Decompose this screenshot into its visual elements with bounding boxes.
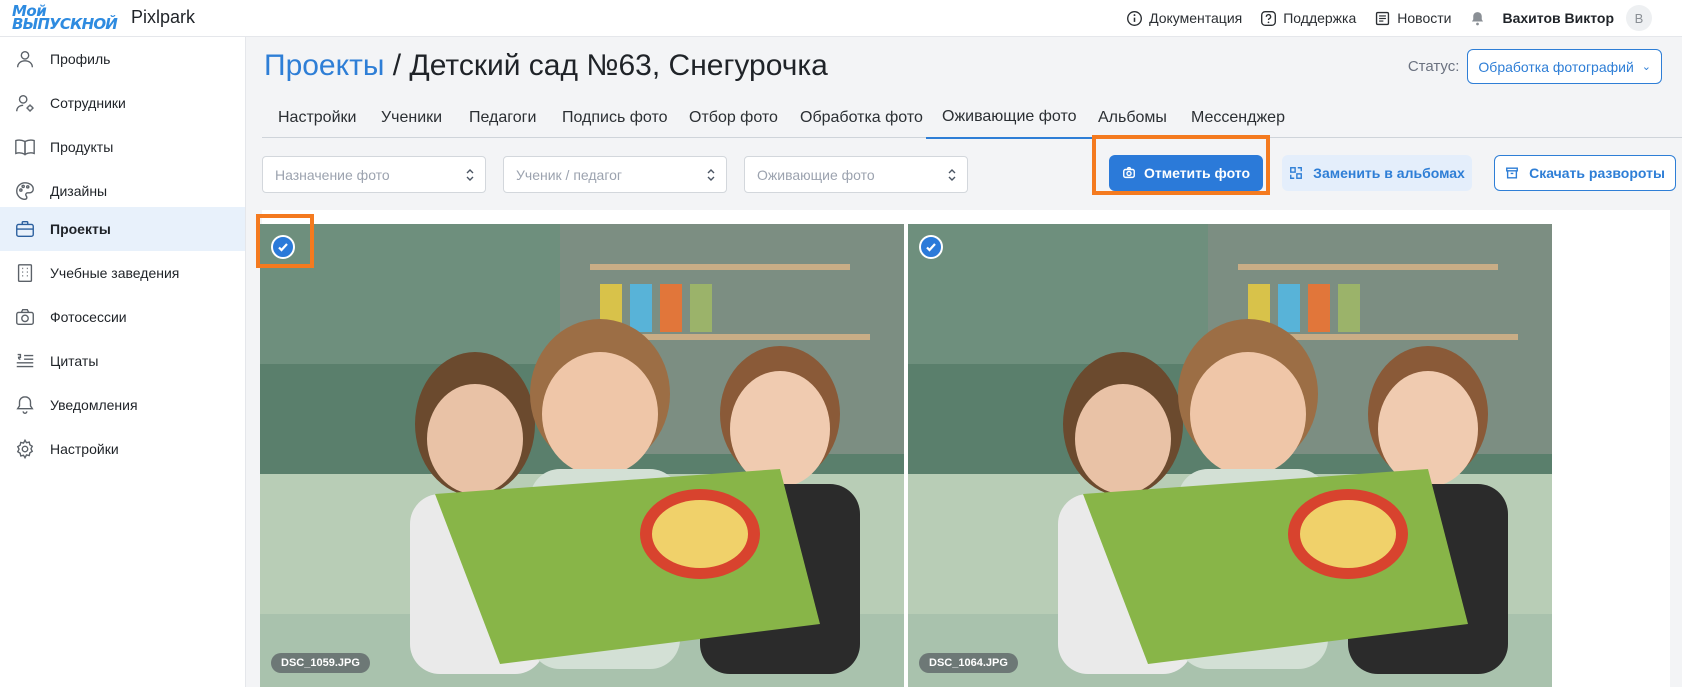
main-content: Проекты / Детский сад №63, Снегурочка Ст… — [246, 37, 1682, 687]
user-icon — [16, 50, 34, 68]
sidebar: Профиль Сотрудники Продукты Дизайны Прое… — [0, 37, 246, 687]
gear-icon — [16, 438, 34, 460]
top-nav: Документация Поддержка Новости Вахитов В… — [1108, 0, 1652, 36]
sidebar-item-label: Учебные заведения — [50, 265, 180, 281]
camera-icon — [16, 308, 34, 326]
notifications-button[interactable] — [1469, 10, 1492, 27]
photo-filename: DSC_1059.JPG — [271, 653, 370, 673]
status-select[interactable]: Обработка фотографий ⌄ — [1467, 49, 1662, 84]
sidebar-item-label: Профиль — [50, 51, 111, 67]
photo-checkbox[interactable] — [919, 235, 943, 259]
sidebar-item-staff[interactable]: Сотрудники — [0, 81, 245, 125]
sort-arrows-icon — [948, 169, 956, 181]
tab-photo-selection[interactable]: Отбор фото — [673, 97, 794, 139]
docs-link-label: Документация — [1149, 10, 1243, 26]
replace-in-albums-label: Заменить в альбомах — [1313, 165, 1465, 181]
brand-name: Pixlpark — [131, 7, 196, 27]
avatar[interactable]: В — [1626, 5, 1652, 31]
sidebar-item-notifications[interactable]: Уведомления — [0, 383, 245, 427]
page-title: Проекты / Детский сад №63, Снегурочка — [264, 49, 828, 83]
sidebar-item-label: Цитаты — [50, 353, 99, 369]
logo-line-2: ВЫПУСКНОЙ — [12, 15, 118, 33]
student-teacher-select[interactable]: Ученик / педагог — [503, 156, 727, 193]
status-label: Статус: — [1407, 58, 1460, 75]
sidebar-item-photosessions[interactable]: Фотосессии — [0, 295, 245, 339]
student-teacher-placeholder: Ученик / педагог — [516, 166, 623, 183]
living-photos-select[interactable]: Оживающие фото — [744, 156, 968, 193]
user-gear-icon — [16, 94, 34, 112]
sidebar-item-projects[interactable]: Проекты — [0, 207, 245, 251]
sidebar-item-label: Дизайны — [50, 183, 108, 199]
logo[interactable]: Мой ВЫПУСКНОЙ — [12, 2, 118, 33]
project-title: Детский сад №63, Снегурочка — [409, 49, 828, 82]
book-icon — [15, 139, 35, 156]
sort-arrows-icon — [466, 169, 474, 181]
swap-icon — [1290, 167, 1303, 179]
tab-settings[interactable]: Настройки — [262, 97, 372, 139]
sidebar-item-products[interactable]: Продукты — [0, 125, 245, 169]
news-link[interactable]: Новости — [1374, 10, 1451, 27]
sidebar-item-label: Настройки — [50, 441, 119, 457]
replace-in-albums-button[interactable]: Заменить в альбомах — [1282, 155, 1472, 191]
support-link[interactable]: Поддержка — [1260, 10, 1356, 27]
sidebar-item-profile[interactable]: Профиль — [0, 37, 245, 81]
tab-teachers[interactable]: Педагоги — [453, 97, 552, 139]
breadcrumb-separator: / — [384, 49, 410, 82]
tab-photo-processing[interactable]: Обработка фото — [784, 97, 939, 139]
photo-card[interactable]: DSC_1059.JPG — [260, 224, 904, 687]
tab-albums[interactable]: Альбомы — [1082, 97, 1183, 139]
sidebar-item-label: Проекты — [50, 221, 111, 237]
newspaper-icon — [1376, 11, 1390, 25]
docs-link[interactable]: Документация — [1126, 10, 1242, 27]
quote-list-icon — [16, 353, 34, 368]
sidebar-item-label: Продукты — [50, 139, 114, 155]
tab-living-photos[interactable]: Оживающие фото — [926, 97, 1093, 139]
support-link-label: Поддержка — [1283, 10, 1357, 26]
user-name[interactable]: Вахитов Виктор — [1502, 10, 1614, 26]
tab-messenger[interactable]: Мессенджер — [1175, 97, 1301, 139]
check-icon — [926, 243, 936, 252]
photo-image — [260, 224, 904, 687]
building-icon — [17, 264, 33, 282]
photo-purpose-placeholder: Назначение фото — [275, 166, 390, 183]
photo-purpose-select[interactable]: Назначение фото — [262, 156, 486, 193]
question-icon — [1261, 10, 1277, 26]
bell-icon — [1472, 11, 1484, 25]
highlight-mark-photo — [1092, 135, 1270, 195]
download-spreads-button[interactable]: Скачать развороты — [1494, 155, 1676, 191]
news-link-label: Новости — [1397, 10, 1452, 26]
bell-icon — [16, 396, 34, 414]
photo-filename: DSC_1064.JPG — [919, 653, 1018, 673]
sidebar-item-settings[interactable]: Настройки — [0, 427, 245, 471]
sidebar-item-label: Сотрудники — [50, 95, 126, 111]
breadcrumb-projects[interactable]: Проекты — [264, 49, 384, 82]
palette-icon — [16, 182, 34, 200]
status-value: Обработка фотографий — [1478, 58, 1634, 75]
briefcase-icon — [16, 220, 34, 238]
top-bar: Мой ВЫПУСКНОЙ Pixlpark Документация Подд… — [0, 0, 1682, 37]
sidebar-item-quotes[interactable]: Цитаты — [0, 339, 245, 383]
highlight-photo-checkbox — [256, 214, 314, 268]
status-control: Статус: Обработка фотографий ⌄ — [1408, 49, 1662, 84]
sidebar-item-label: Фотосессии — [50, 309, 127, 325]
project-tabs: Настройки Ученики Педагоги Подпись фото … — [246, 97, 1682, 139]
tab-students[interactable]: Ученики — [365, 97, 458, 139]
photo-card[interactable]: DSC_1064.JPG — [908, 224, 1552, 687]
sidebar-item-label: Уведомления — [50, 397, 138, 413]
living-photos-placeholder: Оживающие фото — [757, 166, 875, 183]
archive-icon — [1506, 167, 1519, 179]
sidebar-item-schools[interactable]: Учебные заведения — [0, 251, 245, 295]
photo-grid: DSC_1059.JPG DSC_1064.JPG — [256, 210, 1670, 687]
tab-photo-caption[interactable]: Подпись фото — [546, 97, 684, 139]
sort-arrows-icon — [707, 169, 715, 181]
photo-image — [908, 224, 1552, 687]
chevron-down-icon: ⌄ — [1641, 61, 1651, 73]
download-spreads-label: Скачать развороты — [1529, 165, 1665, 181]
info-icon — [1127, 10, 1143, 26]
